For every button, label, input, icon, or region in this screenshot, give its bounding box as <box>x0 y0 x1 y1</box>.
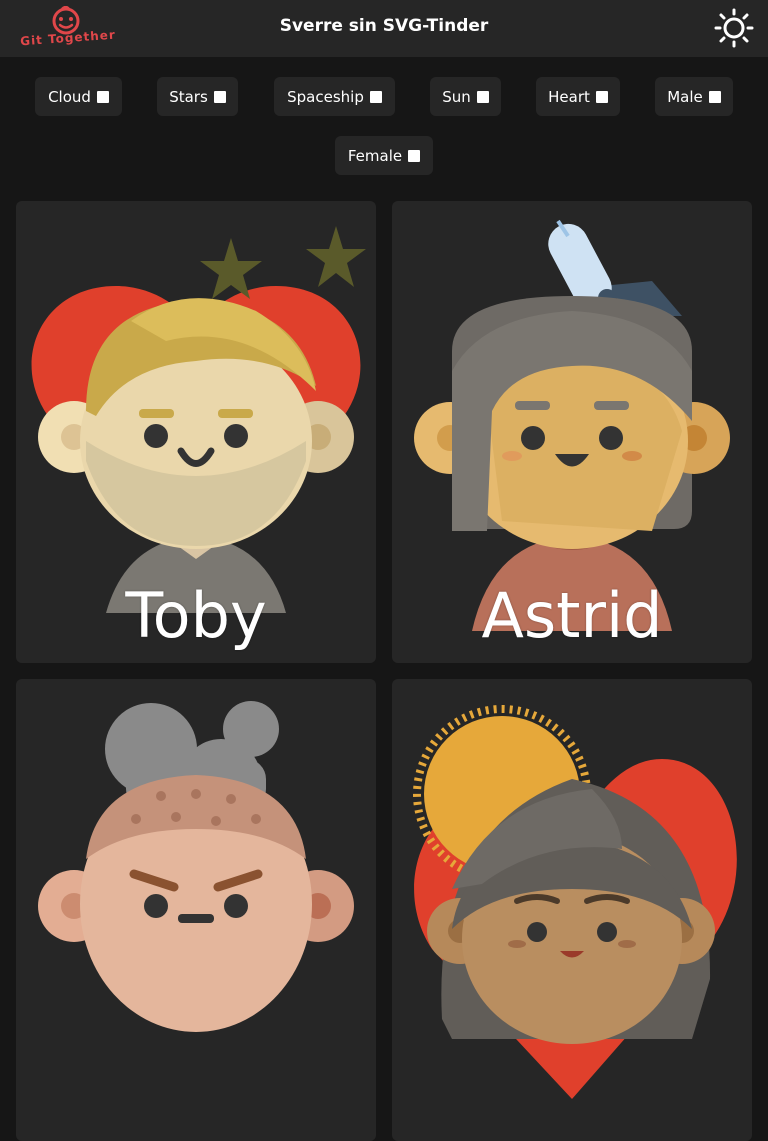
profile-name: Toby <box>125 579 267 652</box>
filter-label: Cloud <box>48 87 91 106</box>
checkbox[interactable] <box>708 90 721 103</box>
profile-name: Astrid <box>481 579 663 652</box>
checkbox[interactable] <box>96 90 109 103</box>
checkbox[interactable] <box>408 149 421 162</box>
checkbox[interactable] <box>476 90 489 103</box>
filter-heart[interactable]: Heart <box>536 77 620 116</box>
checkbox[interactable] <box>369 90 382 103</box>
profile-card[interactable] <box>16 679 376 1141</box>
checkbox[interactable] <box>213 90 226 103</box>
filter-spaceship[interactable]: Spaceship <box>274 77 395 116</box>
filter-label: Female <box>347 146 403 165</box>
profile-card[interactable]: Astrid <box>392 201 752 663</box>
filter-label: Sun <box>442 87 471 106</box>
filter-label: Stars <box>169 87 208 106</box>
filter-male[interactable]: Male <box>655 77 733 116</box>
filter-stars[interactable]: Stars <box>157 77 238 116</box>
filter-label: Male <box>667 87 703 106</box>
profile-card[interactable] <box>392 679 752 1141</box>
profile-card[interactable]: Toby <box>16 201 376 663</box>
avatar <box>38 701 354 1032</box>
sun-icon[interactable] <box>714 8 754 48</box>
filter-female[interactable]: Female <box>335 136 433 175</box>
filter-label: Heart <box>548 87 590 106</box>
filter-label: Spaceship <box>287 87 364 106</box>
filter-sun[interactable]: Sun <box>430 77 501 116</box>
filter-cloud[interactable]: Cloud <box>35 77 122 116</box>
page-title: Sverre sin SVG-Tinder <box>279 16 489 36</box>
avatar <box>413 705 737 1099</box>
checkbox[interactable] <box>595 90 608 103</box>
app-header: Git Together Sverre sin SVG-Tinder <box>0 0 768 57</box>
